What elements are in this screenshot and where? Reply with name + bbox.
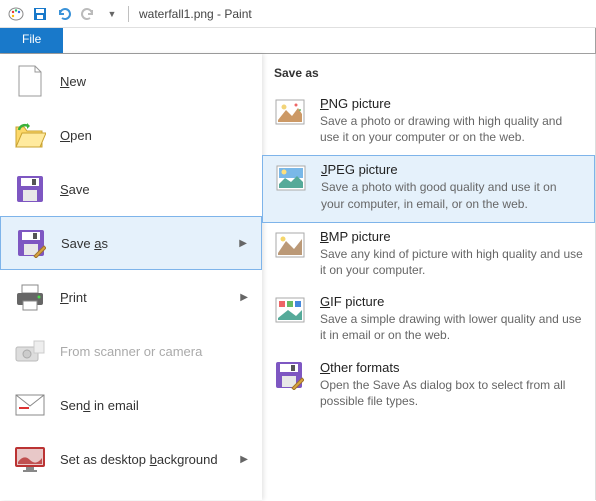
menu-item-label: Save: [60, 182, 248, 197]
save-as-floppy-icon: [15, 227, 47, 259]
format-item-desc: Save a photo or drawing with high qualit…: [320, 113, 583, 145]
format-item-title: BMP picture: [320, 229, 583, 244]
undo-icon[interactable]: [55, 5, 73, 23]
menu-item-label: New: [60, 74, 248, 89]
format-item-title: GIF picture: [320, 294, 583, 309]
format-item-title: Other formats: [320, 360, 583, 375]
scanner-icon: [14, 335, 46, 367]
menu-item-label: Print: [60, 290, 240, 305]
new-doc-icon: [14, 65, 46, 97]
menu-item-label: From scanner or camera: [60, 344, 248, 359]
menu-item-label: Set as desktop background: [60, 452, 240, 467]
format-item-desc: Save a photo with good quality and use i…: [321, 179, 582, 211]
submenu-heading: Save as: [262, 62, 595, 90]
title-bar: ▼ waterfall1.png - Paint: [0, 0, 596, 28]
submenu-arrow-icon: ▶: [239, 238, 247, 249]
save-as-submenu: Save as PNG picture Save a photo or draw…: [262, 54, 596, 500]
gif-format-icon: [274, 294, 306, 326]
separator: [128, 6, 129, 22]
customize-dropdown-icon[interactable]: ▼: [103, 5, 121, 23]
format-item-bmp[interactable]: BMP picture Save any kind of picture wit…: [262, 223, 595, 288]
format-item-title: PNG picture: [320, 96, 583, 111]
file-menu: New Open Save Save as ▶ Print: [0, 54, 596, 500]
menu-item-email[interactable]: Send in email: [0, 378, 262, 432]
menu-item-open[interactable]: Open: [0, 108, 262, 162]
format-item-title: JPEG picture: [321, 162, 582, 177]
save-floppy-icon: [14, 173, 46, 205]
submenu-arrow-icon: ▶: [240, 292, 248, 303]
submenu-arrow-icon: ▶: [240, 454, 248, 465]
printer-icon: [14, 281, 46, 313]
bmp-format-icon: [274, 229, 306, 261]
format-item-jpeg[interactable]: JPEG picture Save a photo with good qual…: [262, 155, 595, 222]
save-icon[interactable]: [31, 5, 49, 23]
format-item-gif[interactable]: GIF picture Save a simple drawing with l…: [262, 288, 595, 353]
jpeg-format-icon: [275, 162, 307, 194]
file-menu-left: New Open Save Save as ▶ Print: [0, 54, 262, 500]
paint-app-icon[interactable]: [7, 5, 25, 23]
format-item-desc: Save a simple drawing with lower quality…: [320, 311, 583, 343]
format-item-other[interactable]: Other formats Open the Save As dialog bo…: [262, 354, 595, 419]
menu-item-label: Open: [60, 128, 248, 143]
format-item-desc: Open the Save As dialog box to select fr…: [320, 377, 583, 409]
other-format-icon: [274, 360, 306, 392]
png-format-icon: [274, 96, 306, 128]
email-icon: [14, 389, 46, 421]
file-tab[interactable]: File: [0, 28, 63, 53]
redo-icon[interactable]: [79, 5, 97, 23]
menu-item-new[interactable]: New: [0, 54, 262, 108]
desktop-bg-icon: [14, 443, 46, 475]
menu-item-label: Send in email: [60, 398, 248, 413]
ribbon: File: [0, 28, 596, 54]
window-title: waterfall1.png - Paint: [139, 7, 252, 21]
open-folder-icon: [14, 119, 46, 151]
menu-item-scanner: From scanner or camera: [0, 324, 262, 378]
menu-item-save-as[interactable]: Save as ▶: [0, 216, 262, 270]
menu-item-label: Save as: [61, 236, 239, 251]
menu-item-print[interactable]: Print ▶: [0, 270, 262, 324]
menu-item-save[interactable]: Save: [0, 162, 262, 216]
format-item-png[interactable]: PNG picture Save a photo or drawing with…: [262, 90, 595, 155]
menu-item-desktop-bg[interactable]: Set as desktop background ▶: [0, 432, 262, 486]
format-item-desc: Save any kind of picture with high quali…: [320, 246, 583, 278]
